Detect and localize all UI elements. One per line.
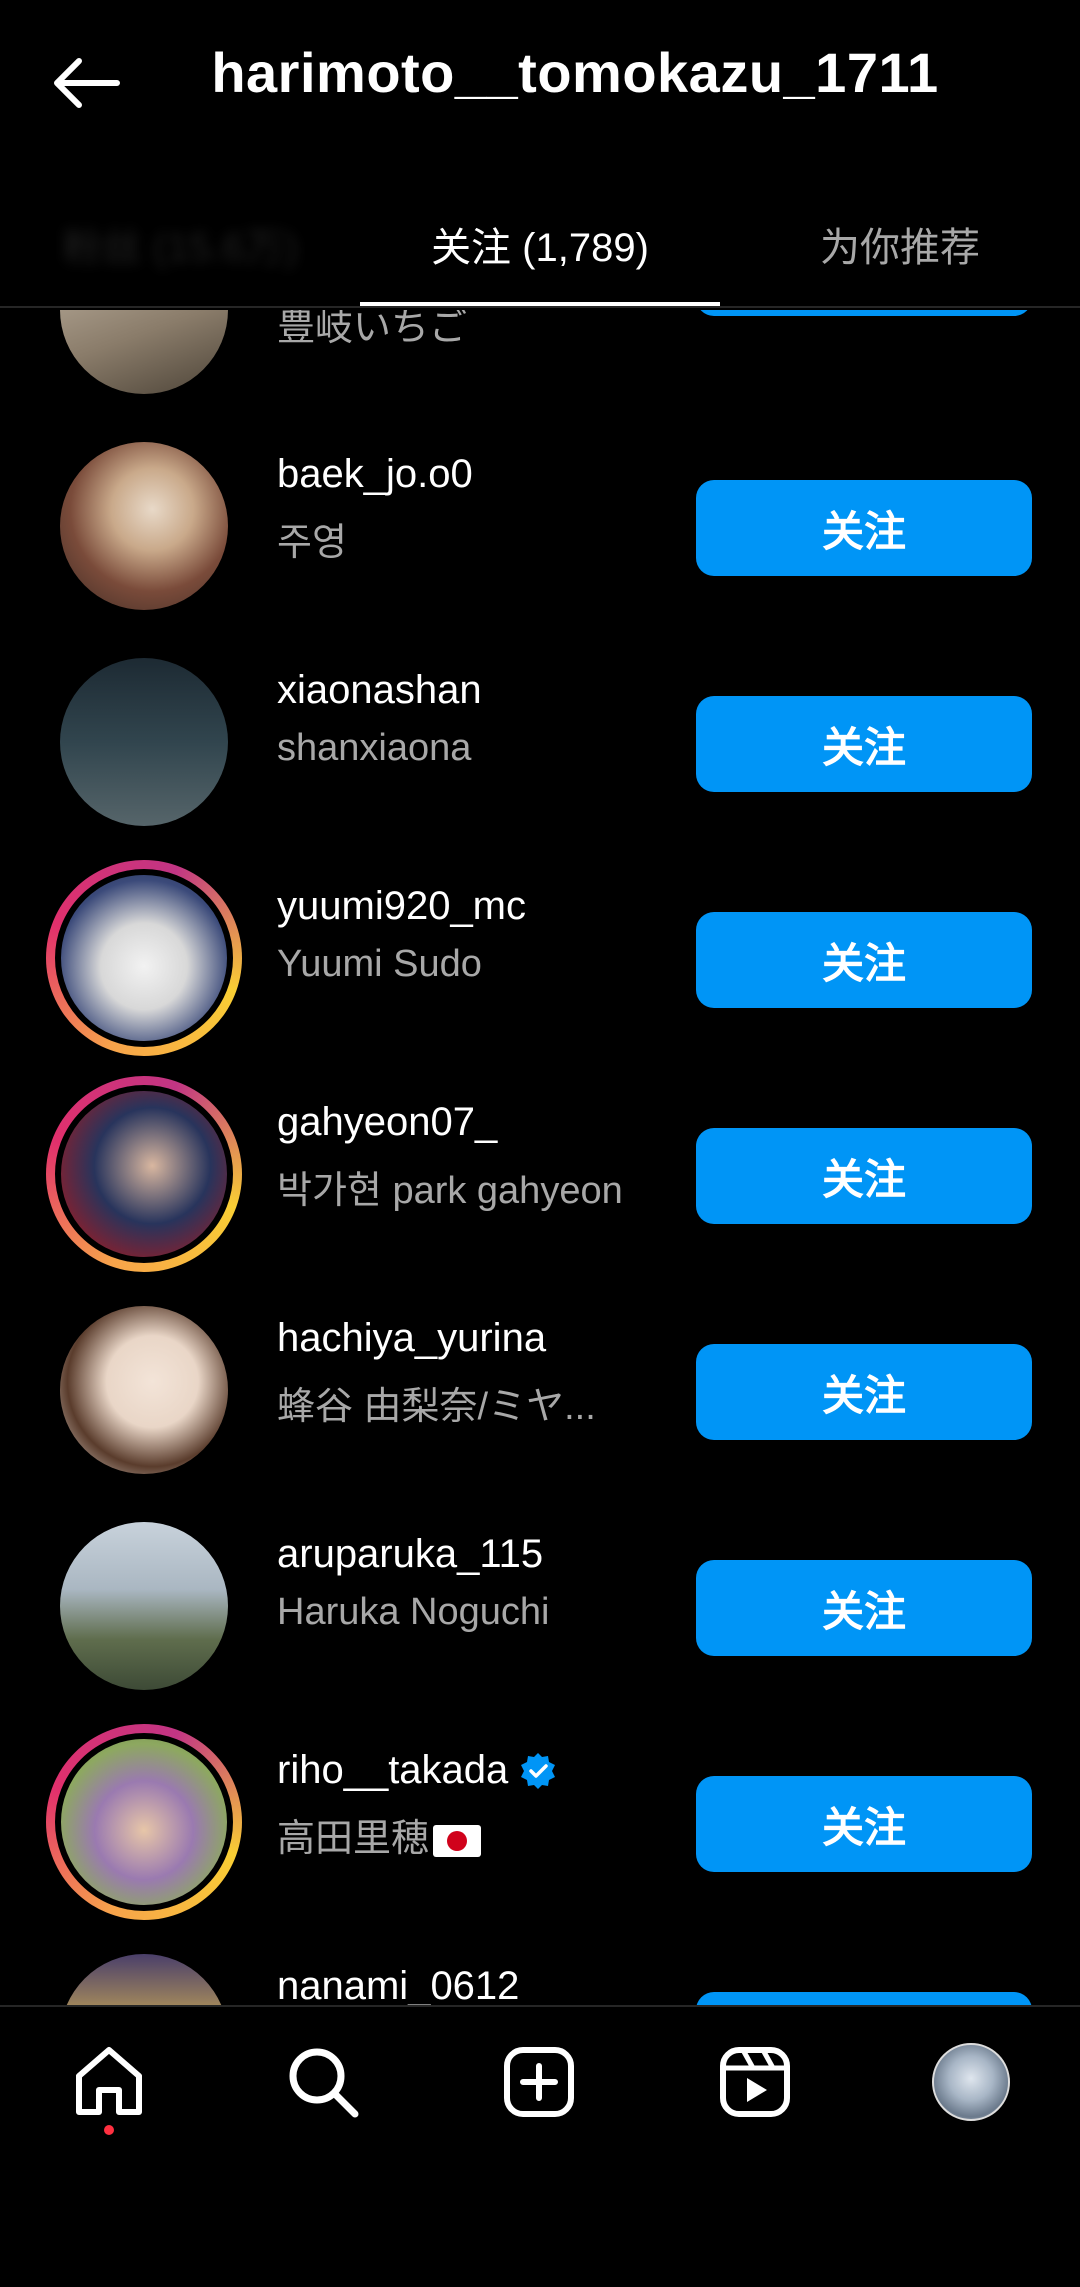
follow-button[interactable]: 关注 [696,1128,1032,1224]
list-item[interactable]: nanami_0612 关注 [0,1922,1080,2005]
follow-button[interactable]: 关注 [696,1560,1032,1656]
full-name: Yuumi Sudo [277,943,482,985]
follow-button[interactable]: 关注 [696,1776,1032,1872]
tab-following[interactable]: 关注 (1,789) [360,180,720,308]
full-name-text: 高田里穂 [277,1818,430,1860]
create-icon [504,2047,574,2117]
active-tab-indicator [360,302,720,306]
avatar[interactable] [46,310,242,408]
full-name: 박가현 park gahyeon [277,1170,623,1212]
list-item[interactable]: yuumi920_mc Yuumi Sudo 关注 [0,842,1080,1058]
list-item[interactable]: hachiya_yurina 蜂谷 由梨奈/ミヤ... 关注 [0,1274,1080,1490]
nav-reels[interactable] [710,2037,800,2127]
follow-button[interactable]: 关注 [696,310,1032,316]
nav-create[interactable] [494,2037,584,2127]
verified-badge-icon [521,1752,556,1789]
follow-button[interactable]: 关注 [696,1992,1032,2005]
username[interactable]: gahyeon07_ [277,1100,677,1145]
home-icon [76,2047,142,2115]
username[interactable]: baek_jo.o0 [277,452,677,497]
nav-home[interactable] [64,2037,154,2127]
list-item[interactable]: riho__takada 高田里穂 关注 [0,1706,1080,1922]
follow-button[interactable]: 关注 [696,912,1032,1008]
top-bar: harimoto__tomokazu_1711 [0,0,1080,160]
list-item[interactable]: gahyeon07_ 박가현 park gahyeon 关注 [0,1058,1080,1274]
full-name: shanxiaona [277,727,472,769]
avatar[interactable] [46,644,242,840]
list-item[interactable]: 豊岐いちご 关注 [0,310,1080,410]
full-name: 蜂谷 由梨奈/ミヤ... [277,1386,596,1428]
tab-followers[interactable]: 粉丝 (15.6万) [0,180,360,308]
avatar-story-ring[interactable] [46,860,242,1056]
list-item[interactable]: xiaonashan shanxiaona 关注 [0,626,1080,842]
notification-dot [104,2125,114,2135]
username[interactable]: yuumi920_mc [277,884,677,929]
page-title: harimoto__tomokazu_1711 [211,41,939,104]
username[interactable]: riho__takada [277,1748,677,1793]
japan-flag-icon [433,1824,482,1857]
avatar-story-ring[interactable] [46,1724,242,1920]
full-name: 주영 [277,522,347,564]
tab-bar: 粉丝 (15.6万) 关注 (1,789) 为你推荐 [0,180,1080,308]
avatar-story-ring[interactable] [46,1076,242,1272]
avatar[interactable] [46,1508,242,1704]
username-text: riho__takada [277,1748,509,1792]
username[interactable]: hachiya_yurina [277,1316,677,1361]
follow-button[interactable]: 关注 [696,696,1032,792]
username[interactable]: aruparuka_115 [277,1532,677,1577]
reels-icon [720,2047,790,2117]
follow-button[interactable]: 关注 [696,1344,1032,1440]
tab-suggested[interactable]: 为你推荐 [720,180,1080,308]
username[interactable]: nanami_0612 [277,1964,677,2005]
search-icon [289,2048,359,2118]
list-item[interactable]: aruparuka_115 Haruka Noguchi 关注 [0,1490,1080,1706]
profile-avatar [932,2043,1010,2121]
full-name: 豊岐いちご [277,310,468,349]
avatar[interactable] [46,1292,242,1488]
full-name: 高田里穂 [277,1807,677,1862]
following-list[interactable]: 豊岐いちご 关注 baek_jo.o0 주영 关注 xiaonashan sha… [0,310,1080,2005]
avatar[interactable] [46,428,242,624]
nav-profile[interactable] [926,2037,1016,2127]
follow-button[interactable]: 关注 [696,480,1032,576]
nav-search[interactable] [278,2037,368,2127]
avatar[interactable] [46,1940,242,2005]
list-item[interactable]: baek_jo.o0 주영 关注 [0,410,1080,626]
username[interactable]: xiaonashan [277,668,677,713]
full-name: Haruka Noguchi [277,1591,550,1633]
bottom-navigation [0,2005,1080,2155]
